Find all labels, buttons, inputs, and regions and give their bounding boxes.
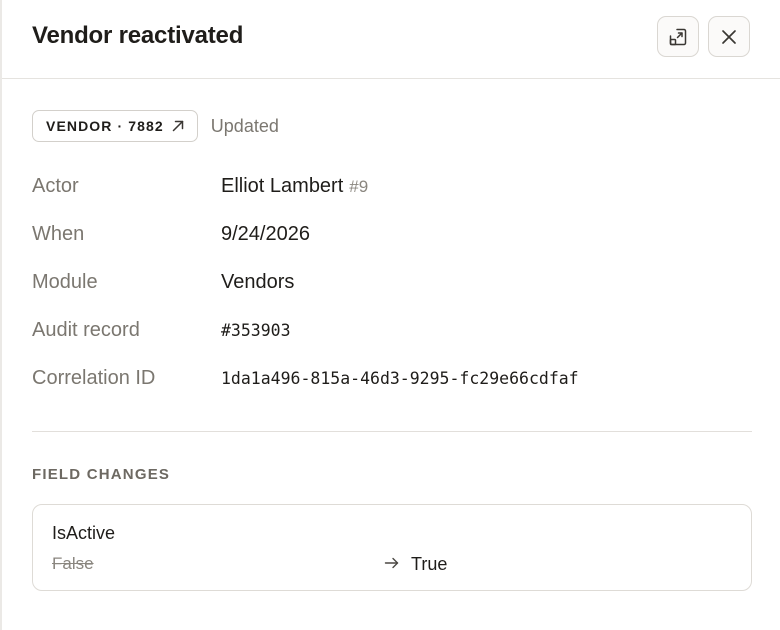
field-change-card: IsActive False True	[32, 504, 752, 591]
actor-name: Elliot Lambert	[221, 175, 344, 197]
open-in-panel-icon	[669, 28, 687, 45]
expand-button[interactable]	[657, 16, 699, 57]
close-button[interactable]	[708, 16, 750, 57]
status-text: Updated	[210, 115, 279, 136]
field-name: IsActive	[52, 523, 116, 543]
panel-title: Vendor reactivated	[32, 22, 244, 49]
detail-row-module: Module Vendors	[32, 266, 752, 314]
actor-id: #9	[349, 177, 369, 196]
new-value: True	[411, 554, 448, 574]
details-list: Actor Elliot Lambert #9 When 9/24/2026 Mo…	[32, 170, 752, 410]
actor-value: Elliot Lambert #9	[221, 175, 368, 198]
section-title: FIELD CHANGES	[32, 466, 171, 483]
detail-row-correlation-id: Correlation ID 1da1a496-815a-46d3-9295-f…	[32, 362, 752, 410]
detail-label: When	[32, 223, 85, 245]
detail-label: Module	[32, 271, 98, 293]
divider	[32, 431, 752, 432]
arrow-right-icon	[384, 557, 399, 569]
module-value: Vendors	[221, 271, 295, 293]
detail-label: Audit record	[32, 319, 140, 341]
when-value: 9/24/2026	[221, 223, 310, 245]
close-icon	[722, 29, 736, 44]
old-value: False	[52, 554, 94, 573]
audit-record-value: #353903	[221, 321, 291, 340]
arrow-up-right-icon	[172, 120, 184, 132]
correlation-id-value: 1da1a496-815a-46d3-9295-fc29e66cdfaf	[221, 369, 579, 388]
detail-row-audit-record: Audit record #353903	[32, 314, 752, 362]
detail-label: Actor	[32, 175, 79, 197]
detail-row-when: When 9/24/2026	[32, 218, 752, 266]
audit-detail-panel: Vendor reactivated VENDOR · 7882 Updated	[0, 0, 780, 630]
detail-label: Correlation ID	[32, 367, 156, 389]
entity-badge-link[interactable]: VENDOR · 7882	[32, 110, 198, 142]
entity-row: VENDOR · 7882 Updated	[32, 110, 279, 142]
entity-badge-label: VENDOR · 7882	[46, 118, 164, 134]
detail-row-actor: Actor Elliot Lambert #9	[32, 170, 752, 218]
panel-header: Vendor reactivated	[2, 0, 780, 79]
